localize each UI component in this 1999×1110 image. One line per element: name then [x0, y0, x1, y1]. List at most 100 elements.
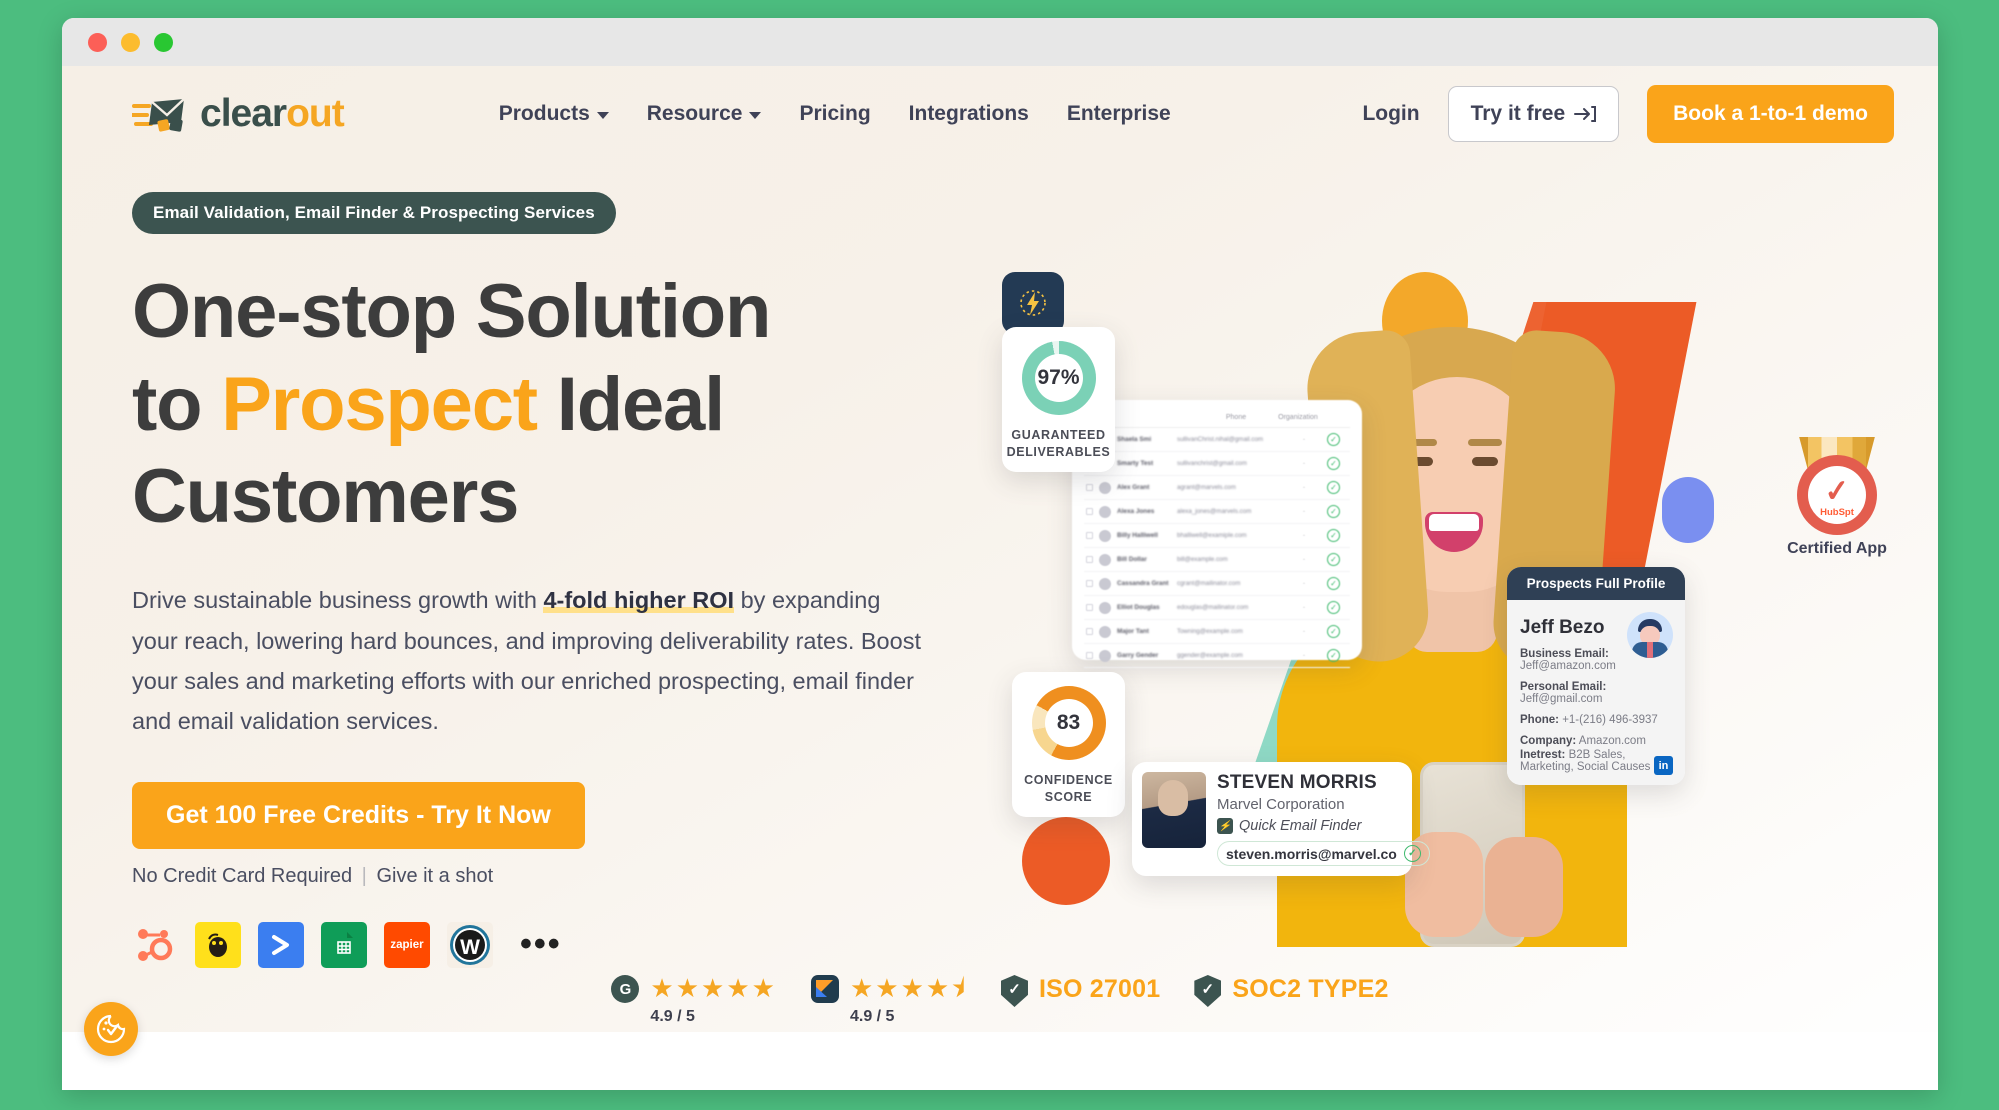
row-email: edouglas@mailinator.com	[1177, 604, 1249, 611]
steven-head	[1158, 780, 1188, 816]
g2-icon: G	[611, 975, 640, 1003]
row-checkbox[interactable]	[1086, 508, 1093, 515]
confidence-label-line1: CONFIDENCE	[1024, 773, 1113, 787]
g2-stars: ★★★★★	[650, 973, 777, 1003]
checkmark-icon: ✓	[1823, 474, 1851, 509]
verified-check-icon: ✓	[1327, 433, 1340, 446]
row-phone: -	[1303, 532, 1305, 539]
try-it-free-button[interactable]: Try it free	[1447, 86, 1620, 142]
hero-illustration: Email Phone Organization Shaela Smi sull…	[1002, 272, 1932, 962]
login-link[interactable]: Login	[1362, 102, 1419, 126]
company-value: Amazon.com	[1578, 735, 1646, 747]
table-row[interactable]: Smarty Test sullivanchrist@gmail.com - ✓	[1084, 452, 1350, 476]
row-checkbox[interactable]	[1086, 556, 1093, 563]
title-line-3: Customers	[132, 454, 519, 540]
row-checkbox[interactable]	[1086, 652, 1093, 659]
capterra-icon	[810, 975, 839, 1003]
hubspot-icon[interactable]	[132, 922, 178, 968]
verified-check-icon: ✓	[1327, 601, 1340, 614]
mailchimp-icon[interactable]	[195, 921, 241, 968]
nav-item-products[interactable]: Products	[499, 102, 609, 126]
table-row[interactable]: Bill Dollar bill@example.com - ✓	[1084, 548, 1350, 572]
clearout-logo[interactable]: clearout	[132, 92, 345, 136]
zapier-label: zapier	[390, 938, 424, 951]
steven-email-value: steven.morris@marvel.co	[1226, 845, 1397, 862]
avatar	[1099, 625, 1111, 638]
hubspot-certified-badge: ✓ HubSpt Certified App	[1777, 437, 1897, 558]
interest-label: Inetrest:	[1520, 749, 1566, 761]
browser-window: clearout Products Resource Pricing Integ…	[62, 18, 1938, 1090]
table-row[interactable]: Shaela Smi sullivanChrist.nihal@gmail.co…	[1084, 428, 1350, 452]
linkedin-icon[interactable]: in	[1654, 756, 1673, 775]
row-checkbox[interactable]	[1086, 628, 1093, 635]
google-sheets-icon[interactable]	[321, 921, 367, 968]
avatar	[1099, 601, 1111, 614]
zapier-icon[interactable]: zapier	[384, 921, 430, 968]
table-row[interactable]: Elliot Douglas edouglas@mailinator.com -…	[1084, 596, 1350, 620]
table-row[interactable]: Alexa Jones alexa_jones@marvels.com - ✓	[1084, 500, 1350, 524]
table-row[interactable]: Major Tant Towning@example.com - ✓	[1084, 620, 1350, 644]
cta-note-divider: |	[361, 864, 367, 887]
business-email-value: Jeff@amazon.com	[1520, 660, 1616, 672]
row-checkbox[interactable]	[1086, 532, 1093, 539]
trust-badges-bar: G ★★★★★ 4.9 / 5 ★★★★⯨ 4.9 / 5 ✓ ISO 2700…	[62, 975, 1938, 1026]
deliverables-donut-chart: 97%	[1021, 341, 1096, 415]
window-maximize-button[interactable]	[154, 32, 173, 52]
row-email: alexa_jones@marvels.com	[1177, 508, 1252, 515]
get-free-credits-button[interactable]: Get 100 Free Credits - Try It Now	[132, 781, 585, 849]
personal-email-value: Jeff@gmail.com	[1520, 693, 1603, 705]
wordpress-icon[interactable]: W	[447, 921, 493, 968]
hero-eyebrow-badge: Email Validation, Email Finder & Prospec…	[132, 192, 616, 234]
book-demo-button[interactable]: Book a 1-to-1 demo	[1647, 85, 1894, 143]
table-row[interactable]: Cassandra Grant cgrant@mailinator.com - …	[1084, 572, 1350, 596]
hero-section: Email Validation, Email Finder & Prospec…	[62, 162, 1938, 968]
cookie-consent-icon[interactable]	[84, 1002, 138, 1056]
window-minimize-button[interactable]	[121, 32, 140, 52]
prospect-profile-card: Prospects Full Profile Jeff Bezo Busines…	[1507, 567, 1685, 785]
row-checkbox[interactable]	[1086, 580, 1093, 587]
steven-avatar-photo	[1142, 772, 1206, 848]
title-line-1: One-stop Solution	[132, 269, 771, 354]
quick-email-finder-label: Quick Email Finder	[1239, 818, 1362, 834]
cta-subtext: No Credit Card Required | Give it a shot	[132, 865, 962, 888]
table-row[interactable]: Garry Gender ggender@example.com - ✓	[1084, 644, 1350, 668]
row-phone: -	[1303, 556, 1305, 563]
sendgrid-icon[interactable]	[258, 921, 304, 968]
row-checkbox[interactable]	[1086, 604, 1093, 611]
table-row[interactable]: Alex Grant agrant@marvels.com - ✓	[1084, 476, 1350, 500]
phone-value: +1-(216) 496-3937	[1562, 714, 1658, 726]
quick-email-finder-card: STEVEN MORRIS Marvel Corporation ⚡ Quick…	[1132, 762, 1430, 876]
lightning-bolt-icon	[1002, 272, 1064, 334]
nav-item-pricing[interactable]: Pricing	[799, 102, 870, 126]
contact-list-card: Email Phone Organization Shaela Smi sull…	[1072, 400, 1362, 668]
iso-label: ISO 27001	[1038, 975, 1161, 1003]
blue-pill-shape	[1662, 477, 1714, 543]
person-brow-right	[1468, 439, 1502, 446]
confidence-value: 83	[1044, 699, 1093, 747]
more-integrations-icon[interactable]: •••	[520, 927, 562, 961]
table-row[interactable]: Billy Halliwell bhalliwell@examiple.com …	[1084, 524, 1350, 548]
verified-check-icon: ✓	[1327, 577, 1340, 590]
row-name: Garry Gender	[1117, 652, 1159, 659]
row-checkbox[interactable]	[1086, 484, 1093, 491]
nav-item-resource[interactable]: Resource	[647, 102, 762, 126]
verified-check-icon: ✓	[1327, 481, 1340, 494]
window-close-button[interactable]	[88, 32, 107, 52]
capterra-rating: ★★★★⯨ 4.9 / 5	[810, 975, 967, 1026]
soc2-certification: ✓ SOC2 TYPE2	[1194, 975, 1388, 1007]
nav-item-enterprise[interactable]: Enterprise	[1067, 102, 1171, 126]
nav-item-integrations[interactable]: Integrations	[909, 102, 1029, 126]
avatar-tie	[1647, 642, 1653, 658]
row-phone: -	[1303, 604, 1305, 611]
verified-check-icon: ✓	[1327, 625, 1340, 638]
medal-rosette: ✓ HubSpt	[1801, 459, 1873, 531]
row-phone: -	[1303, 580, 1305, 587]
row-phone: -	[1303, 436, 1305, 443]
try-it-free-label: Try it free	[1470, 102, 1566, 125]
deliverables-label-line1: GUARANTEED	[1011, 428, 1106, 442]
page-viewport: clearout Products Resource Pricing Integ…	[62, 66, 1938, 1090]
capterra-rating-block: ★★★★⯨ 4.9 / 5	[850, 975, 967, 1026]
avatar	[1627, 612, 1673, 658]
row-name: Elliot Douglas	[1117, 604, 1160, 611]
steven-details: STEVEN MORRIS Marvel Corporation ⚡ Quick…	[1217, 772, 1430, 866]
